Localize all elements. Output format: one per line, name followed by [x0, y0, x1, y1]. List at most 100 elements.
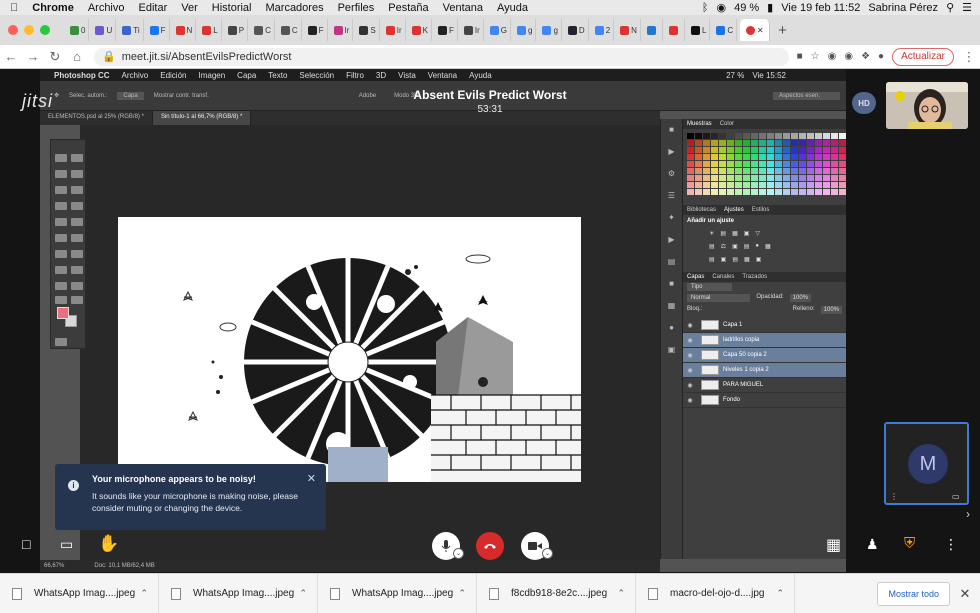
- puzzle-icon[interactable]: ❖: [861, 51, 870, 62]
- search-icon[interactable]: ⚲: [946, 1, 954, 14]
- browser-tab[interactable]: C: [251, 19, 275, 41]
- browser-tab[interactable]: N: [173, 19, 197, 41]
- camera-indicator-icon[interactable]: ■: [797, 51, 803, 62]
- browser-tab[interactable]: G: [487, 19, 512, 41]
- camera-options-chevron-icon[interactable]: ⌄: [542, 548, 553, 559]
- menu-marcadores[interactable]: Marcadores: [266, 2, 324, 14]
- browser-tab[interactable]: [666, 19, 685, 41]
- clock[interactable]: Vie 19 feb 11:52: [781, 2, 860, 14]
- more-icon[interactable]: ⋮: [890, 492, 898, 501]
- browser-tab[interactable]: 2: [592, 19, 615, 41]
- browser-tab[interactable]: 0: [67, 19, 90, 41]
- participants-icon[interactable]: ♟: [866, 536, 879, 553]
- browser-tab[interactable]: g: [514, 19, 537, 41]
- menu-ver[interactable]: Ver: [181, 2, 198, 14]
- new-tab-button[interactable]: +: [778, 22, 787, 39]
- tab-active-jitsi[interactable]: ✕: [740, 19, 771, 41]
- url-field[interactable]: 🔒 meet.jit.si/AbsentEvilsPredictWorst: [94, 47, 789, 66]
- reload-icon[interactable]: ↻: [44, 49, 66, 65]
- user-name[interactable]: Sabrina Pérez: [868, 2, 938, 14]
- chevron-up-icon[interactable]: ⌃: [617, 588, 625, 599]
- tile-view-icon[interactable]: ▦: [826, 535, 841, 555]
- mic-options-chevron-icon[interactable]: ⌄: [453, 548, 464, 559]
- update-button[interactable]: Actualizar: [892, 47, 954, 66]
- chat-icon[interactable]: □: [22, 536, 30, 552]
- download-item[interactable]: WhatsApp Imag....jpeg ⌃: [0, 573, 159, 613]
- browser-tab[interactable]: L: [199, 19, 222, 41]
- download-item[interactable]: WhatsApp Imag....jpeg ⌃: [159, 573, 318, 613]
- browser-tab[interactable]: F: [147, 19, 170, 41]
- browser-tab[interactable]: Ti: [119, 19, 144, 41]
- browser-tab[interactable]: S: [356, 19, 380, 41]
- download-item[interactable]: f8cdb918-8e2c....jpeg ⌃: [477, 573, 636, 613]
- lock-icon[interactable]: 🔒: [102, 50, 116, 63]
- menu-editar[interactable]: Editar: [139, 2, 168, 14]
- chevron-right-icon[interactable]: ›: [966, 507, 970, 521]
- ps-layer-thumbnail: [701, 365, 719, 375]
- browser-tab[interactable]: U: [92, 19, 117, 41]
- hangup-button[interactable]: [476, 532, 504, 560]
- kebab-menu-icon[interactable]: ⋮: [958, 49, 980, 65]
- menu-historial[interactable]: Historial: [212, 2, 252, 14]
- ps-app-name: Photoshop CC: [54, 70, 110, 80]
- menu-archivo[interactable]: Archivo: [88, 2, 125, 14]
- browser-tab[interactable]: C: [713, 19, 738, 41]
- notification-close-button[interactable]: ✕: [307, 472, 316, 485]
- show-all-downloads-button[interactable]: Mostrar todo: [877, 581, 950, 606]
- wifi-icon[interactable]: ◉: [716, 1, 726, 14]
- battery-icon[interactable]: ▮: [767, 1, 773, 14]
- menu-ventana[interactable]: Ventana: [443, 2, 483, 14]
- close-icon[interactable]: ✕: [757, 26, 764, 35]
- window-close-button[interactable]: [8, 25, 18, 35]
- browser-tab[interactable]: F: [435, 19, 458, 41]
- more-options-icon[interactable]: ⋮: [944, 536, 958, 553]
- chevron-up-icon[interactable]: ⌃: [458, 588, 466, 599]
- chevron-up-icon[interactable]: ⌃: [776, 588, 784, 599]
- extension-icon[interactable]: ◉: [844, 51, 853, 62]
- local-video-thumbnail[interactable]: [886, 82, 968, 129]
- bookmark-star-icon[interactable]: ☆: [811, 51, 820, 62]
- menu-perfiles[interactable]: Perfiles: [338, 2, 375, 14]
- bluetooth-icon[interactable]: ᛒ: [702, 2, 709, 14]
- chevron-up-icon[interactable]: ⌃: [299, 588, 307, 599]
- ps-blur-icon: [55, 250, 67, 258]
- video-quality-badge[interactable]: HD: [852, 92, 876, 114]
- forward-arrow-icon[interactable]: →: [22, 49, 44, 64]
- browser-tab[interactable]: [644, 19, 663, 41]
- ps-swatch: [839, 154, 846, 160]
- browser-tab[interactable]: D: [565, 19, 589, 41]
- browser-tab[interactable]: N: [617, 19, 641, 41]
- chevron-up-icon[interactable]: ⌃: [140, 588, 148, 599]
- profile-avatar-icon[interactable]: ●: [878, 51, 884, 62]
- menu-ayuda[interactable]: Ayuda: [497, 2, 528, 14]
- control-center-icon[interactable]: ☰: [962, 1, 972, 14]
- browser-tab[interactable]: K: [409, 19, 432, 41]
- menu-pestana[interactable]: Pestaña: [388, 2, 428, 14]
- tab-label: L: [213, 25, 218, 35]
- window-zoom-button[interactable]: [40, 25, 50, 35]
- ps-swatch: [719, 154, 726, 160]
- browser-tab[interactable]: C: [278, 19, 302, 41]
- ps-menu-item: Filtro: [346, 70, 364, 80]
- raise-hand-icon[interactable]: ✋: [98, 534, 119, 554]
- screen-share-toggle-icon[interactable]: ▭: [60, 536, 73, 553]
- browser-tab[interactable]: Ir: [331, 19, 354, 41]
- home-icon[interactable]: ⌂: [66, 49, 88, 64]
- download-item[interactable]: macro-del-ojo-d....jpg ⌃: [636, 573, 795, 613]
- download-item[interactable]: WhatsApp Imag....jpeg ⌃: [318, 573, 477, 613]
- browser-tab[interactable]: g: [539, 19, 562, 41]
- security-shield-icon[interactable]: ⛨: [904, 535, 915, 552]
- browser-tab[interactable]: P: [225, 19, 249, 41]
- browser-tab[interactable]: F: [305, 19, 328, 41]
- remote-participant-tile[interactable]: M ⋮ ▭: [884, 422, 969, 505]
- browser-tab[interactable]: L: [688, 19, 711, 41]
- extension-icon[interactable]: ◉: [828, 51, 837, 62]
- browser-tab[interactable]: Ir: [383, 19, 406, 41]
- menu-app-name[interactable]: Chrome: [32, 2, 74, 14]
- window-minimize-button[interactable]: [24, 25, 34, 35]
- close-downloads-bar-icon[interactable]: ✕: [950, 586, 980, 602]
- ps-swatch: [791, 133, 798, 139]
- apple-icon[interactable]: : [10, 2, 18, 14]
- back-arrow-icon[interactable]: ←: [0, 49, 22, 64]
- browser-tab[interactable]: Ir: [461, 19, 484, 41]
